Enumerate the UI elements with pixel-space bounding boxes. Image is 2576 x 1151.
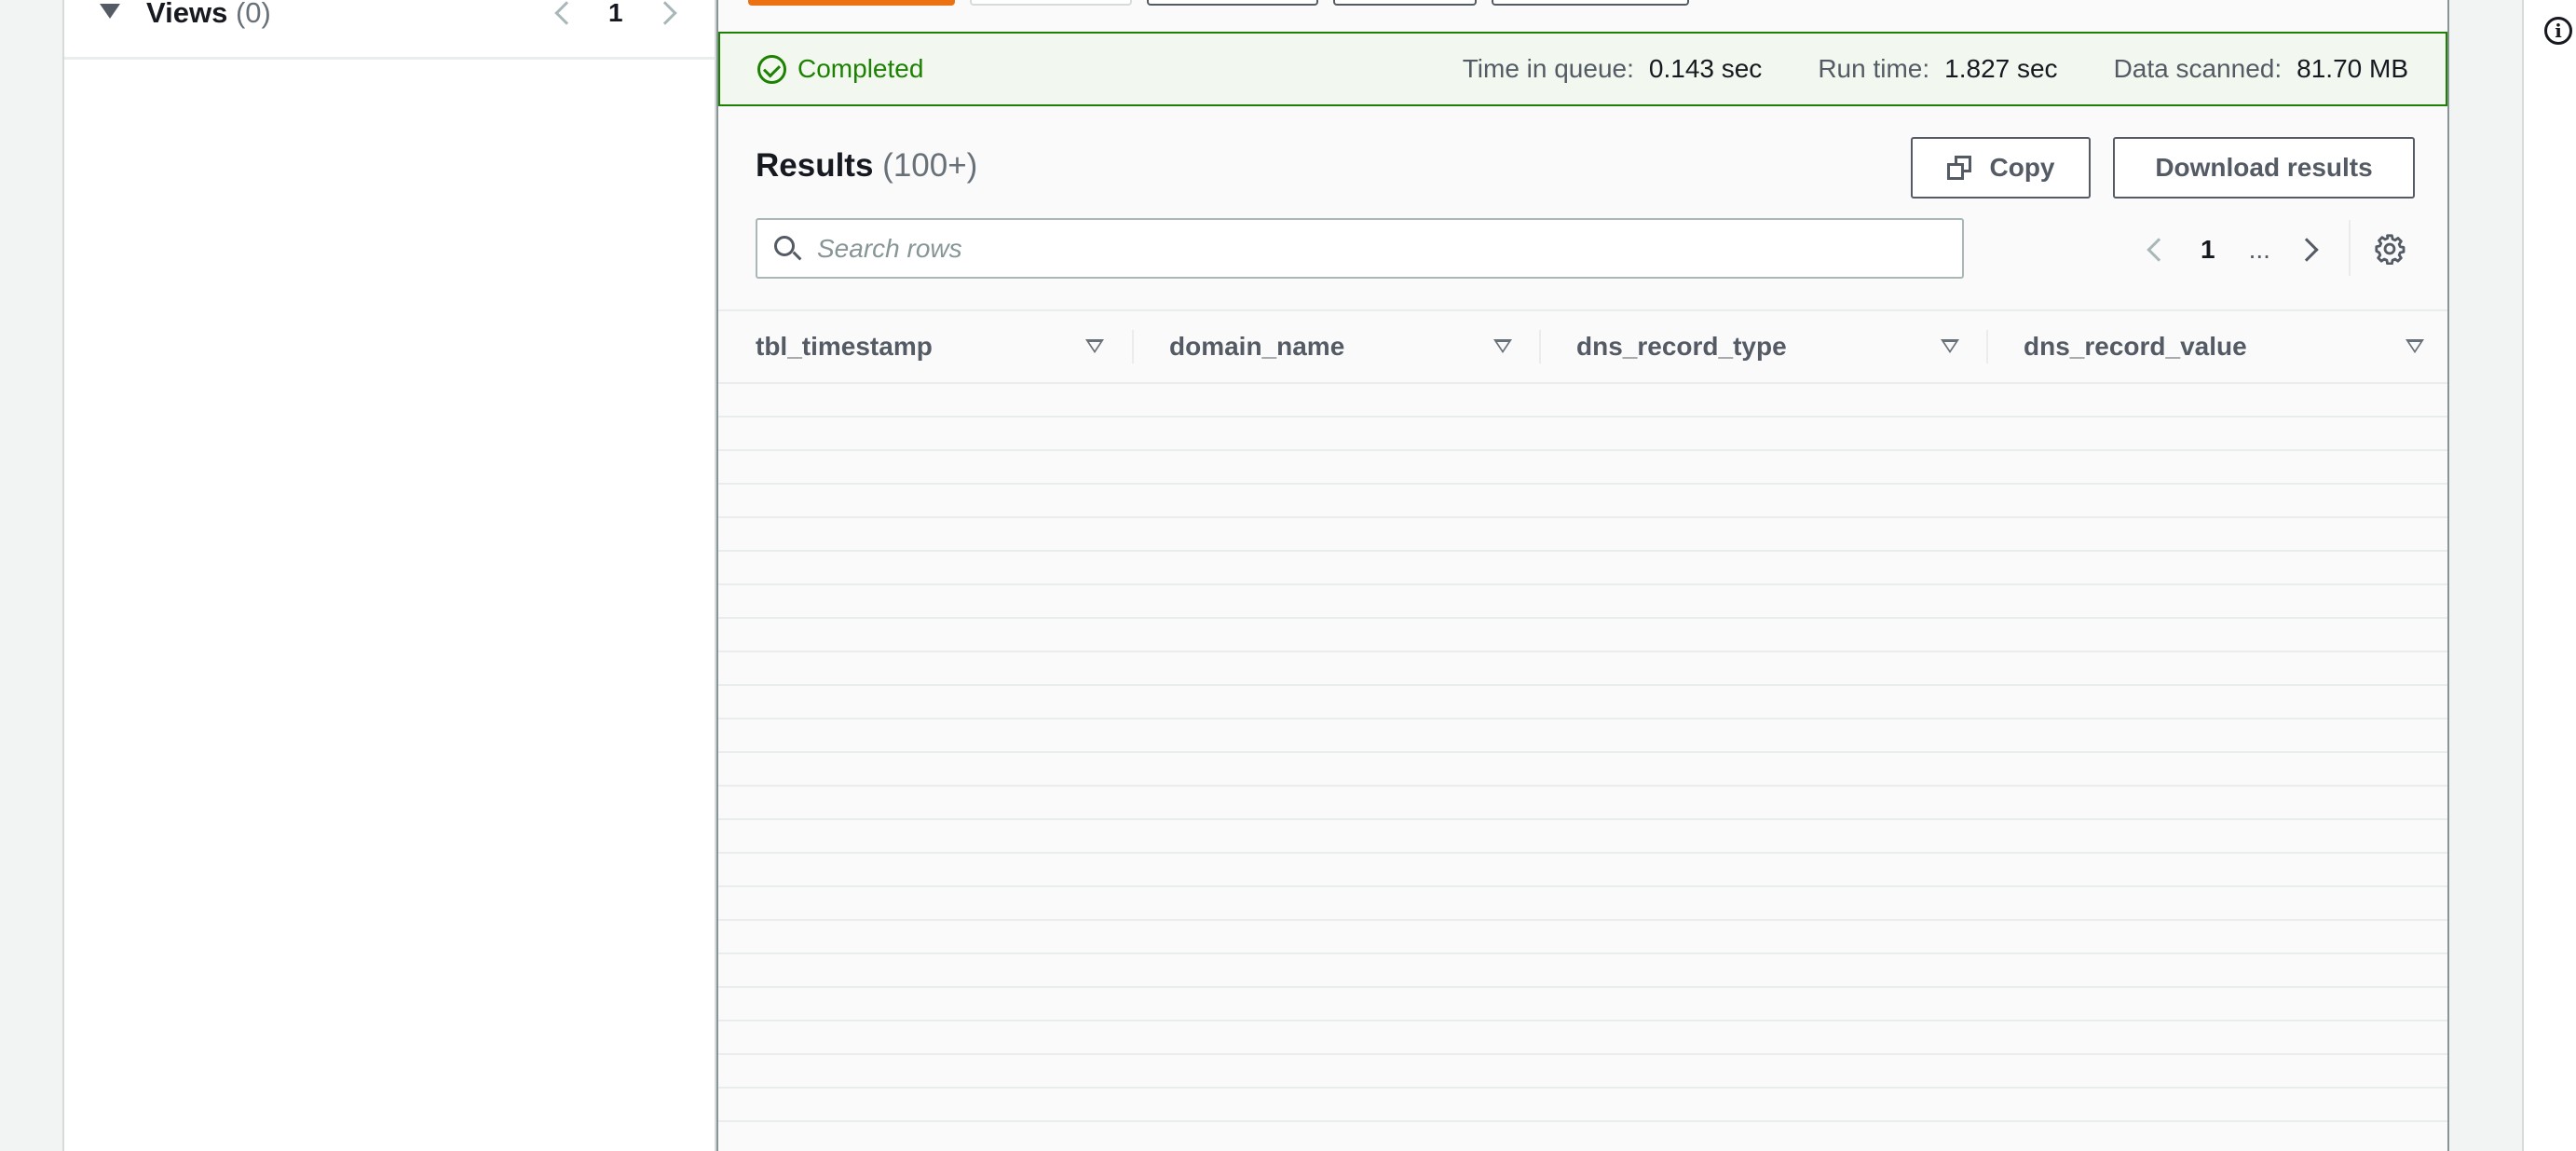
table-row [718, 753, 2447, 787]
run-time-value: 1.827 sec [1944, 54, 2058, 83]
column-label: domain_name [1169, 332, 1345, 361]
query-results-panel: Completed Time in queue: 0.143 sec Run t… [716, 0, 2449, 1151]
views-count: (0) [235, 0, 271, 29]
column-label: dns_record_type [1576, 332, 1787, 361]
caret-down-icon[interactable] [100, 4, 120, 19]
table-row [718, 384, 2447, 418]
table-row [718, 652, 2447, 686]
chevron-right-icon[interactable] [652, 1, 677, 25]
cancel-button[interactable] [970, 0, 1132, 6]
views-section-header[interactable]: Views (0) 1 [64, 0, 715, 60]
download-results-button[interactable]: Download results [2113, 137, 2415, 199]
results-title: Results (100+) [756, 147, 977, 185]
search-icon [774, 236, 802, 262]
gear-icon[interactable] [2374, 233, 2406, 265]
column-header-tbl-timestamp[interactable]: tbl_timestamp [756, 311, 933, 382]
search-rows-field[interactable] [756, 218, 1964, 279]
search-rows-input[interactable] [817, 220, 1935, 277]
table-row [718, 787, 2447, 820]
data-scanned-metric: Data scanned: 81.70 MB [2114, 54, 2408, 84]
table-row [718, 1089, 2447, 1122]
table-row [718, 820, 2447, 854]
chevron-left-icon[interactable] [2147, 238, 2171, 262]
create-button[interactable] [1492, 0, 1689, 6]
time-in-queue-label: Time in queue: [1462, 54, 1634, 83]
pager-divider [2349, 220, 2351, 276]
table-row [718, 719, 2447, 753]
copy-button[interactable]: Copy [1911, 137, 2091, 199]
results-pagination: 1 ... [2147, 227, 2319, 272]
status-indicator: Completed [757, 34, 923, 104]
views-pager: 1 [554, 0, 677, 32]
table-row [718, 451, 2447, 485]
run-time-label: Run time: [1818, 54, 1930, 83]
results-table-header: tbl_timestamp domain_name dns_record_typ… [718, 309, 2447, 384]
run-query-button[interactable] [748, 0, 955, 6]
column-header-dns-record-type[interactable]: dns_record_type [1576, 311, 1787, 382]
table-row [718, 418, 2447, 451]
right-tools-panel: i [2522, 0, 2576, 1151]
sort-icon[interactable] [2406, 339, 2424, 353]
table-row [718, 988, 2447, 1021]
page-number[interactable]: 1 [2201, 235, 2215, 265]
table-row [718, 1055, 2447, 1089]
views-title: Views (0) [146, 0, 271, 32]
column-divider[interactable] [1132, 330, 1134, 363]
chevron-right-icon[interactable] [2295, 238, 2319, 262]
sort-icon[interactable] [1085, 339, 1104, 353]
sort-icon[interactable] [1941, 339, 1959, 353]
clear-button[interactable] [1333, 0, 1477, 6]
query-metrics: Time in queue: 0.143 sec Run time: 1.827… [1407, 34, 2408, 104]
table-row [718, 921, 2447, 954]
column-label: tbl_timestamp [756, 332, 933, 361]
table-row [718, 686, 2447, 719]
table-row [718, 887, 2447, 921]
column-divider[interactable] [1986, 330, 1988, 363]
column-label: dns_record_value [2024, 332, 2247, 361]
data-scanned-label: Data scanned: [2113, 54, 2283, 83]
time-in-queue-value: 0.143 sec [1648, 54, 1763, 83]
query-status-bar: Completed Time in queue: 0.143 sec Run t… [718, 32, 2447, 106]
copy-icon [1946, 156, 1971, 180]
time-in-queue-metric: Time in queue: 0.143 sec [1463, 54, 1763, 84]
column-header-domain-name[interactable]: domain_name [1169, 311, 1344, 382]
table-row [718, 518, 2447, 552]
run-time-metric: Run time: 1.827 sec [1818, 54, 2057, 84]
views-page-number[interactable]: 1 [608, 0, 623, 28]
pagination-ellipsis: ... [2248, 235, 2270, 264]
results-table-body [718, 384, 2447, 1151]
table-row [718, 1021, 2447, 1055]
chevron-left-icon[interactable] [554, 1, 579, 25]
table-row [718, 552, 2447, 585]
results-count: (100+) [882, 147, 978, 184]
table-row [718, 485, 2447, 518]
table-row [718, 854, 2447, 887]
table-row [718, 619, 2447, 652]
sort-icon[interactable] [1493, 339, 1512, 353]
download-button-label: Download results [2155, 153, 2373, 182]
column-header-dns-record-value[interactable]: dns_record_value [2024, 311, 2247, 382]
info-icon[interactable]: i [2544, 17, 2572, 45]
table-row [718, 954, 2447, 988]
table-row [718, 585, 2447, 619]
left-panel: Views (0) 1 [62, 0, 716, 1151]
views-title-label: Views [146, 0, 228, 29]
table-row [718, 1122, 2447, 1151]
data-scanned-value: 81.70 MB [2297, 54, 2408, 83]
save-button[interactable] [1147, 0, 1318, 6]
status-text: Completed [797, 54, 924, 83]
results-title-label: Results [756, 147, 874, 184]
copy-button-label: Copy [1989, 153, 2055, 182]
column-divider[interactable] [1539, 330, 1541, 363]
check-circle-icon [757, 54, 786, 84]
